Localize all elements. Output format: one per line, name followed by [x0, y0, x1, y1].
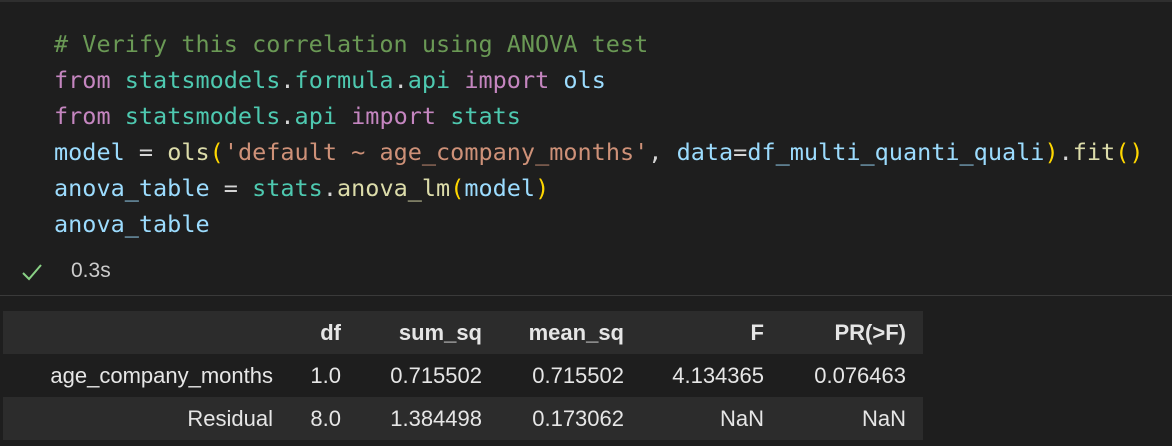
table-cell: 0.715502: [390, 362, 482, 388]
table-row: age_company_months 1.0 0.715502 0.715502…: [3, 354, 923, 397]
code-token-op: [111, 102, 125, 130]
code-token-module: api: [407, 66, 451, 94]
code-token-op: .: [322, 174, 337, 202]
code-token-keyword: import: [351, 102, 437, 130]
cell-top-border: [0, 0, 1172, 2]
notebook-cell: # Verify this correlation using ANOVA te…: [0, 0, 1172, 446]
anova-dataframe-table: df sum_sq mean_sq F PR(>F) age_company_m…: [3, 311, 923, 440]
code-token-module: api: [294, 102, 337, 130]
code-token-var: ols: [563, 66, 606, 94]
code-token-var: model: [464, 174, 536, 202]
code-token-func: fit: [1072, 138, 1116, 166]
code-token-op: [549, 66, 563, 94]
table-cell: 0.173062: [532, 405, 624, 431]
code-token-paren1: ): [1044, 138, 1059, 166]
code-token-op: .: [1058, 138, 1073, 166]
table-cell: NaN: [861, 405, 906, 431]
code-token-paren1: ): [535, 174, 550, 202]
column-header: mean_sq: [528, 319, 624, 345]
table-cell: 0.076463: [814, 362, 906, 388]
code-token-comment: # Verify this correlation using ANOVA te…: [54, 30, 649, 58]
row-label: age_company_months: [50, 362, 273, 388]
table-cell: 1.0: [310, 362, 341, 388]
column-header: PR(>F): [834, 319, 907, 345]
row-label: Residual: [187, 405, 273, 431]
column-header: sum_sq: [398, 319, 482, 345]
code-line[interactable]: model = ols('default ~ age_company_month…: [54, 134, 1144, 170]
table-cell: 1.384498: [390, 405, 482, 431]
index-header: [3, 311, 290, 354]
code-token-module: formula: [294, 66, 394, 94]
code-token-var: df_multi_quanti_quali: [747, 138, 1045, 166]
code-line[interactable]: # Verify this correlation using ANOVA te…: [54, 26, 648, 62]
code-line[interactable]: from statsmodels.formula.api import ols: [54, 62, 606, 98]
code-token-op: .: [393, 66, 408, 94]
code-token-func: anova_lm: [337, 174, 451, 202]
code-token-op: [436, 102, 450, 130]
code-token-paren1: ): [1129, 138, 1144, 166]
table-cell: 4.134365: [672, 362, 764, 388]
code-token-module: stats: [450, 102, 521, 130]
code-token-string: 'default ~ age_company_months': [223, 138, 649, 166]
code-token-paren1: (: [450, 174, 465, 202]
code-token-keyword: from: [54, 102, 111, 130]
code-token-paren1: (: [1115, 138, 1130, 166]
code-token-op: =: [124, 138, 168, 166]
table-cell: 0.715502: [532, 362, 624, 388]
execution-time: 0.3s: [71, 259, 111, 282]
code-token-keyword: from: [54, 66, 111, 94]
code-line[interactable]: anova_table = stats.anova_lm(model): [54, 170, 549, 206]
code-token-module: statsmodels: [124, 102, 281, 130]
table-row: Residual 8.0 1.384498 0.173062 NaN NaN: [3, 397, 923, 440]
column-header: F: [750, 319, 764, 345]
table-cell: 8.0: [310, 405, 341, 431]
code-token-paren1: (: [209, 138, 224, 166]
code-line[interactable]: from statsmodels.api import stats: [54, 98, 521, 134]
table-cell: NaN: [719, 405, 764, 431]
check-icon: [22, 264, 42, 281]
code-token-var: data: [676, 138, 734, 166]
table-header-row: df sum_sq mean_sq F PR(>F): [3, 311, 923, 354]
code-token-op: =: [733, 138, 748, 166]
code-token-func: ols: [167, 138, 210, 166]
code-token-module: statsmodels: [124, 66, 281, 94]
code-token-var: model: [54, 138, 125, 166]
code-token-op: [337, 102, 351, 130]
code-token-var: anova_table: [54, 210, 210, 238]
code-token-var: anova_table: [54, 174, 210, 202]
code-token-op: [111, 66, 125, 94]
code-token-op: .: [280, 102, 295, 130]
cell-output: df sum_sq mean_sq F PR(>F) age_company_m…: [0, 296, 1172, 446]
code-token-op: .: [280, 66, 295, 94]
code-token-op: [450, 66, 464, 94]
code-line[interactable]: anova_table: [54, 206, 210, 242]
code-cell[interactable]: # Verify this correlation using ANOVA te…: [0, 0, 1172, 296]
code-token-op: ,: [648, 138, 677, 166]
code-token-op: =: [209, 174, 253, 202]
code-token-module: stats: [252, 174, 323, 202]
code-token-keyword: import: [464, 66, 550, 94]
column-header: df: [320, 319, 341, 345]
execution-status: 0.3s: [0, 254, 400, 288]
